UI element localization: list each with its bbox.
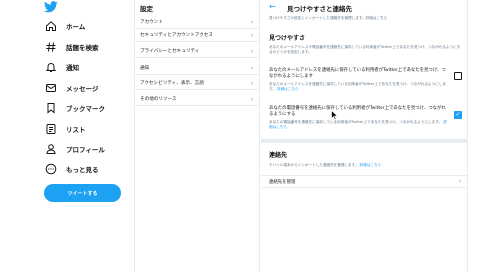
contacts-description-text: モバイル端末からインポートした連絡先を管理します。 — [269, 163, 359, 167]
nav-label: ホーム — [66, 23, 86, 31]
bookmark-icon — [44, 102, 57, 115]
tweet-button[interactable]: ツイートする — [44, 184, 121, 202]
contacts-description: モバイル端末からインポートした連絡先を管理します。 詳細はこちら — [269, 163, 461, 168]
discoverability-description: あなたのメールアドレスや電話番号を連絡先に保存している利用者がTwitter上で… — [269, 45, 461, 55]
nav-label: メッセージ — [66, 85, 99, 93]
nav-item-home[interactable]: ホーム — [44, 19, 85, 33]
chevron-right-icon: › — [250, 47, 254, 55]
learn-more-link[interactable]: 詳細はこちら — [277, 87, 299, 91]
section-divider — [261, 139, 467, 143]
phone-discoverability-note: あなたの電話番号を連絡先に保存している利用者がTwitter上であなたを見つけ、… — [269, 120, 447, 130]
chevron-right-icon: › — [250, 18, 254, 26]
nav-label: ブックマーク — [66, 105, 105, 113]
settings-item-label: セキュリティとアカウントアクセス — [140, 33, 213, 38]
page-title: 見つけやすさと連絡先 — [287, 5, 352, 13]
chevron-right-icon: › — [250, 79, 254, 87]
twitter-bird-icon[interactable] — [44, 1, 58, 13]
list-icon — [44, 123, 57, 136]
learn-more-link[interactable]: 詳細はこちら — [360, 163, 382, 167]
envelope-icon — [44, 82, 57, 95]
section-heading-discoverability: 見つけやすさ — [269, 35, 306, 42]
phone-discoverability-label: あなたの電話番号を連絡先に保存している利用者がTwitter上であなたを見つけ、… — [269, 106, 446, 118]
settings-menu: 設定 アカウント › セキュリティとアカウントアクセス › プライバシーとセキュ… — [134, 0, 260, 272]
nav-item-explore[interactable]: 話題を検索 — [44, 40, 99, 54]
chevron-right-icon: › — [250, 64, 254, 72]
settings-item-label: アクセシビリティ、表示、言語 — [140, 81, 204, 86]
nav-item-profile[interactable]: プロフィール — [44, 142, 105, 156]
settings-item-label: アカウント — [140, 20, 163, 25]
nav-label: 通知 — [66, 64, 79, 72]
more-icon — [44, 163, 57, 176]
intro-text: 見つけやすさの設定とインポートした連絡先を管理します。詳細はこちら — [269, 16, 388, 20]
person-icon — [44, 143, 57, 156]
twitter-settings-app: ホーム 話題を検索 通知 メッセージ ブックマーク リスト プロフィール もっと… — [0, 0, 500, 272]
settings-item-notifications[interactable]: 通知 › — [135, 62, 259, 75]
settings-item-privacy[interactable]: プライバシーとセキュリティ › — [135, 45, 259, 58]
home-icon — [44, 20, 57, 33]
phone-discoverability-checkbox[interactable]: ✓ — [454, 111, 462, 119]
nav-item-notifications[interactable]: 通知 — [44, 60, 79, 74]
nav-item-bookmarks[interactable]: ブックマーク — [44, 101, 105, 115]
hashtag-icon — [44, 41, 57, 54]
manage-contacts-item[interactable]: 連絡先を管理 › — [261, 175, 467, 188]
nav-label: もっと見る — [66, 166, 99, 174]
email-discoverability-checkbox[interactable] — [454, 72, 462, 80]
back-arrow-icon[interactable]: ← — [269, 2, 279, 12]
manage-contacts-label: 連絡先を管理 — [269, 179, 296, 185]
chevron-right-icon: › — [250, 31, 254, 39]
discoverability-panel: ← 見つけやすさと連絡先 見つけやすさの設定とインポートした連絡先を管理します。… — [261, 0, 468, 272]
nav-label: 話題を検索 — [66, 44, 99, 52]
settings-item-accessibility[interactable]: アクセシビリティ、表示、言語 › — [135, 77, 259, 90]
settings-title: 設定 — [140, 5, 153, 13]
nav-item-more[interactable]: もっと見る — [44, 162, 99, 176]
nav-label: リスト — [66, 126, 86, 134]
email-discoverability-label: あなたのメールアドレスを連絡先に保存している利用者がTwitter上であなたを見… — [269, 68, 446, 80]
nav-item-lists[interactable]: リスト — [44, 122, 86, 136]
option-note-text: あなたの電話番号を連絡先に保存している利用者がTwitter上であなたを見つけ、… — [269, 120, 443, 124]
mouse-cursor-icon — [331, 110, 338, 120]
settings-item-label: その他のリソース — [140, 97, 177, 102]
section-heading-contacts: 連絡先 — [269, 152, 288, 159]
nav-label: プロフィール — [66, 146, 105, 154]
primary-nav: ホーム 話題を検索 通知 メッセージ ブックマーク リスト プロフィール もっと… — [0, 0, 134, 272]
settings-item-label: 通知 — [140, 66, 150, 71]
settings-item-resources[interactable]: その他のリソース › — [135, 93, 259, 106]
bell-icon — [44, 61, 57, 74]
chevron-right-icon: › — [250, 95, 254, 103]
settings-item-label: プライバシーとセキュリティ — [140, 49, 200, 54]
chevron-right-icon: › — [458, 178, 461, 185]
nav-item-messages[interactable]: メッセージ — [44, 81, 98, 95]
settings-item-security[interactable]: セキュリティとアカウントアクセス › — [135, 29, 259, 42]
settings-item-account[interactable]: アカウント › — [135, 16, 259, 29]
email-discoverability-note: あなたのメールアドレスを連絡先に保存している利用者がTwitter上であなたを見… — [269, 82, 447, 92]
